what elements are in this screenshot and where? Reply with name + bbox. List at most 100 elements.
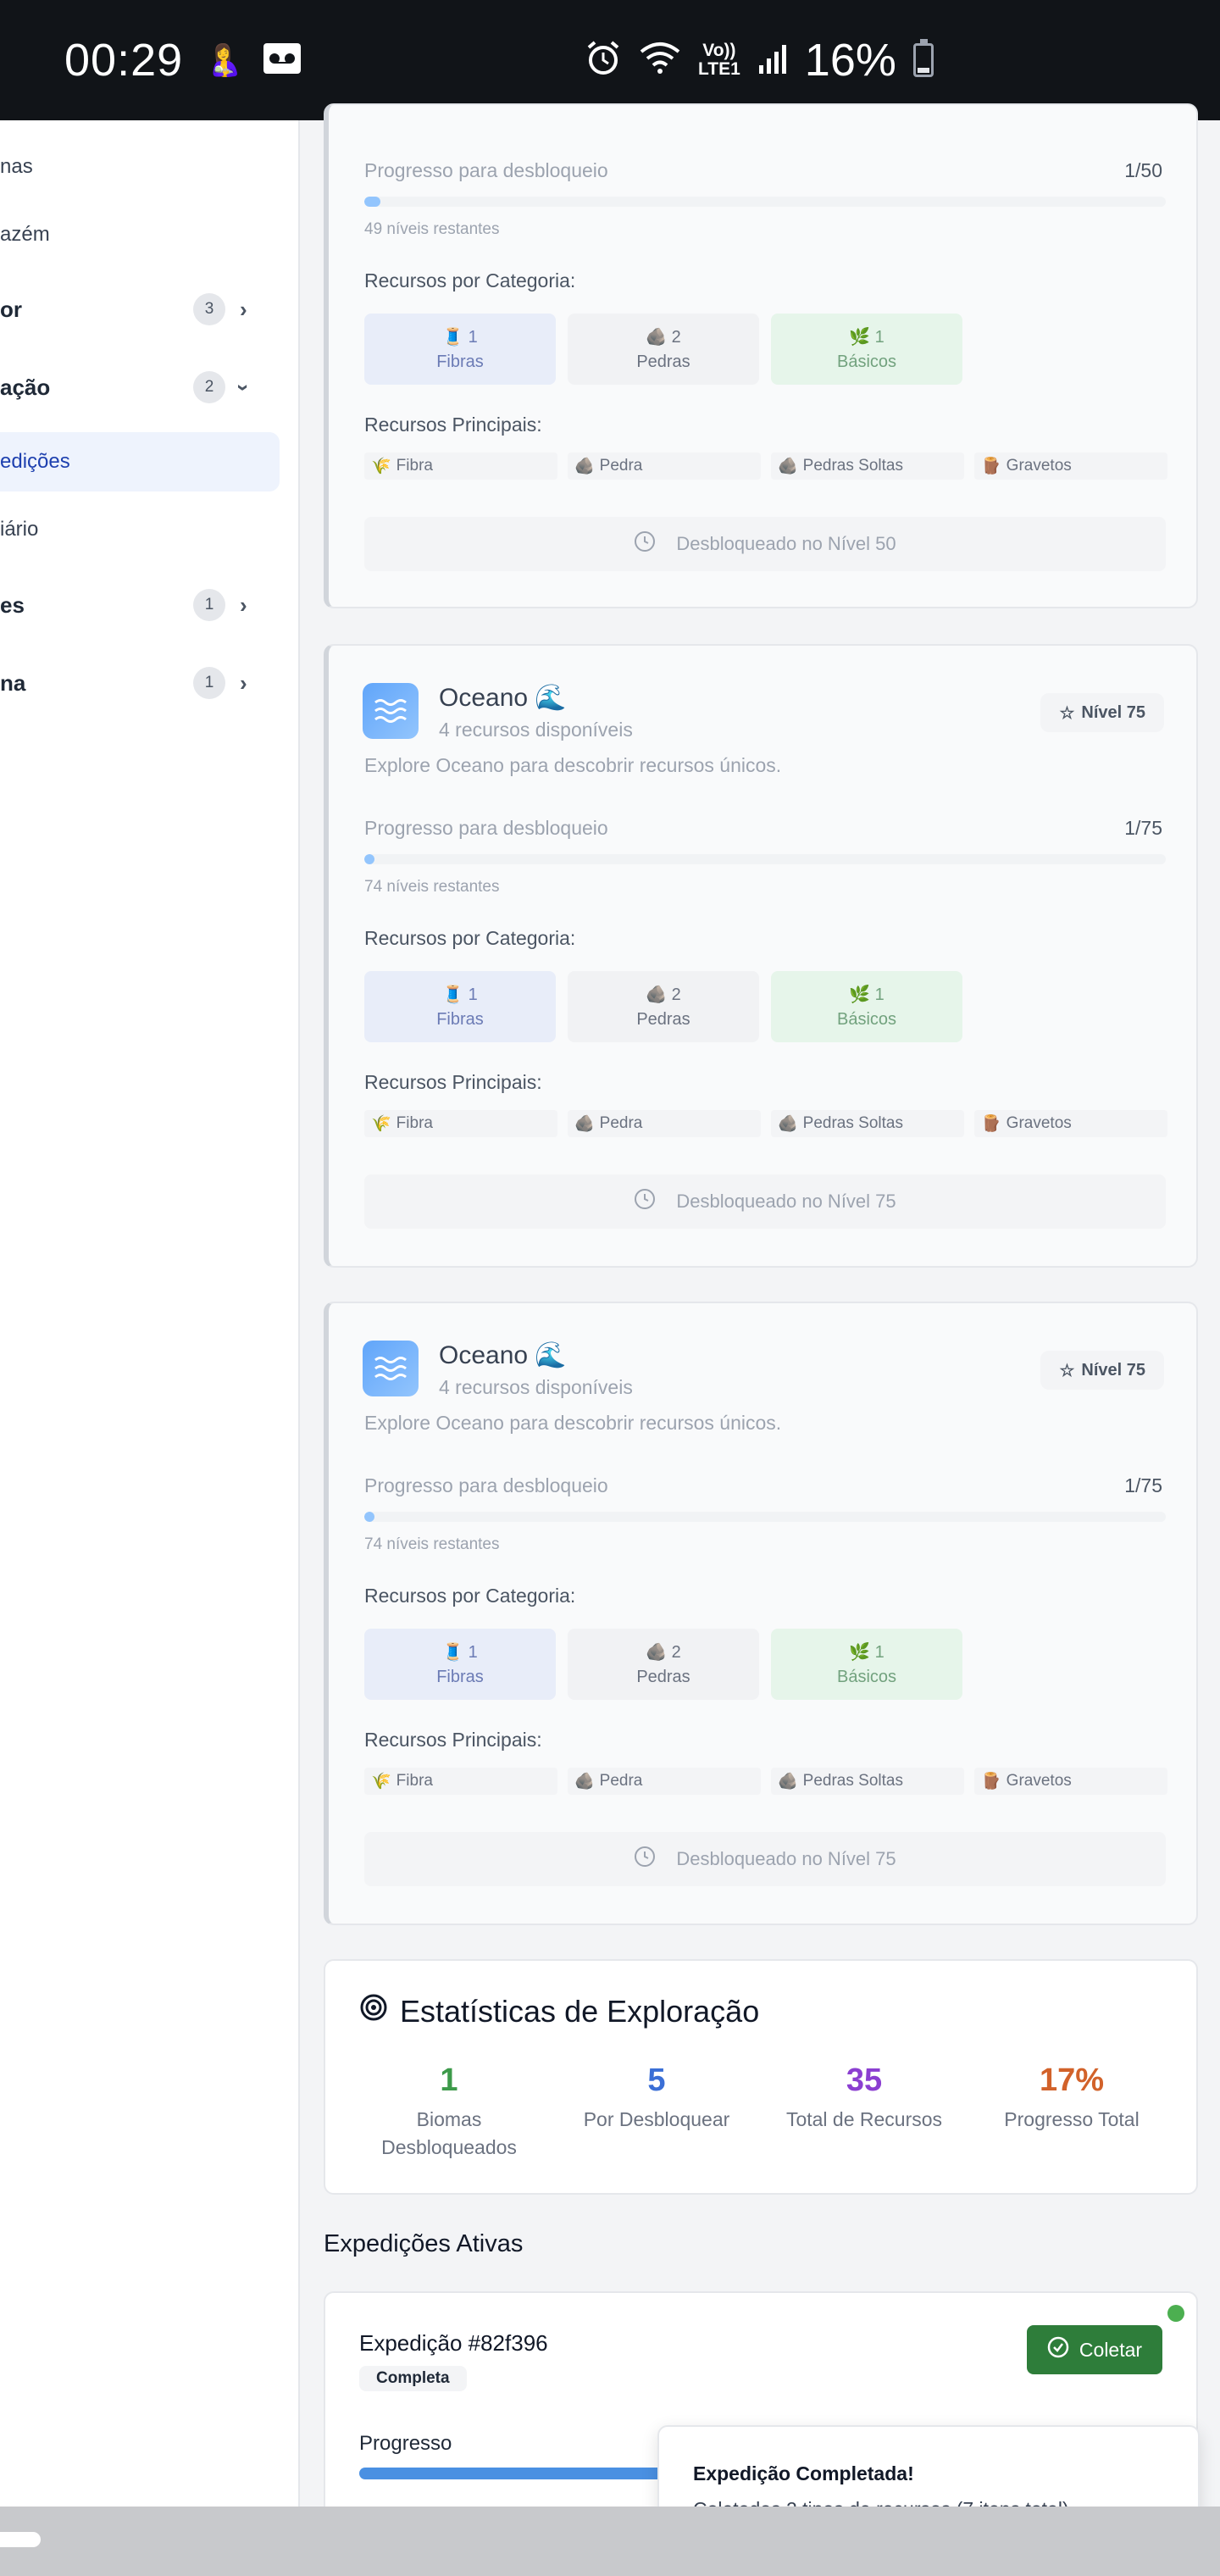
unlock-status: Desbloqueado no Nível 75 xyxy=(364,1174,1166,1229)
voicemail-icon xyxy=(262,42,302,80)
main-resources-title: Recursos Principais: xyxy=(364,414,542,436)
battery-icon xyxy=(912,39,934,77)
category-pedras: 🪨 2 Pedras xyxy=(568,971,759,1042)
waves-icon xyxy=(363,1341,419,1396)
sidebar-item-exploracao[interactable]: ação 2 › xyxy=(0,358,280,417)
exploration-stats: Estatísticas de Exploração 1 Biomas Desbl… xyxy=(324,1959,1198,2195)
clock-icon xyxy=(634,530,656,558)
biome-name: Oceano 🌊 xyxy=(439,1341,567,1369)
chevron-down-icon: › xyxy=(230,383,257,391)
clock-icon xyxy=(634,1846,656,1873)
main-resources-title: Recursos Principais: xyxy=(364,1729,542,1751)
level-badge: ☆ Nível 75 xyxy=(1040,693,1164,732)
clock-icon xyxy=(634,1188,656,1215)
sidebar-count-badge: 1 xyxy=(193,589,225,621)
signal-icon xyxy=(757,42,788,80)
sidebar-item-armazem[interactable]: azém xyxy=(0,205,280,264)
check-circle-icon xyxy=(1047,2336,1069,2363)
sidebar-item-group-8[interactable]: na 1 › xyxy=(0,653,280,713)
biome-description: Explore Oceano para descobrir recursos ú… xyxy=(364,1412,782,1434)
levels-remaining: 49 níveis restantes xyxy=(364,220,500,238)
progress-label: Progresso para desbloqueio xyxy=(364,817,608,839)
network-type: Vo)) LTE1 xyxy=(698,41,740,79)
stat-to-unlock: 5 Por Desbloquear xyxy=(583,2062,730,2130)
categories-title: Recursos por Categoria: xyxy=(364,927,576,949)
category-fibras: 🧵 1 Fibras xyxy=(364,314,556,385)
sidebar-item-group-3[interactable]: or 3 › xyxy=(0,280,280,339)
star-icon: ☆ xyxy=(1059,703,1075,723)
categories-title: Recursos por Categoria: xyxy=(364,269,576,291)
star-icon: ☆ xyxy=(1059,1361,1075,1380)
progress-value: 1/75 xyxy=(1124,817,1162,839)
notification-icon: 🤱 xyxy=(205,42,243,77)
gesture-handle[interactable] xyxy=(0,2532,41,2547)
status-dot xyxy=(1167,2305,1184,2322)
expedition-progress-label: Progresso xyxy=(359,2432,452,2455)
progress-label: Progresso para desbloqueio xyxy=(364,1474,608,1496)
collect-button[interactable]: Coletar xyxy=(1027,2325,1162,2374)
category-pedras: 🪨 2 Pedras xyxy=(568,314,759,385)
resource-item: 🪵 Gravetos xyxy=(974,1110,1167,1137)
biome-card: Oceano 🌊 4 recursos disponíveis ☆ Nível 7… xyxy=(324,644,1198,1268)
waves-icon xyxy=(363,683,419,739)
sidebar-item-diario[interactable]: iário xyxy=(0,500,280,559)
wifi-icon xyxy=(639,42,681,80)
biome-resource-count: 4 recursos disponíveis xyxy=(439,1376,633,1398)
resource-item: 🪨 Pedras Soltas xyxy=(771,452,964,480)
stat-total-progress: 17% Progresso Total xyxy=(1004,2062,1140,2130)
expeditions-heading: Expedições Ativas xyxy=(324,2230,524,2257)
category-basicos: 🌿 1 Básicos xyxy=(771,1629,962,1700)
resource-item: 🪨 Pedras Soltas xyxy=(771,1110,964,1137)
resource-item: 🪵 Gravetos xyxy=(974,452,1167,480)
sidebar-count-badge: 1 xyxy=(193,667,225,699)
toast-title: Expedição Completada! xyxy=(693,2462,914,2484)
resource-item: 🌾 Fibra xyxy=(364,1768,557,1795)
biome-card: Progresso para desbloqueio 1/50 49 nívei… xyxy=(324,103,1198,608)
category-fibras: 🧵 1 Fibras xyxy=(364,971,556,1042)
resource-item: 🪵 Gravetos xyxy=(974,1768,1167,1795)
resource-item: 🪨 Pedra xyxy=(568,1110,761,1137)
biome-resource-count: 4 recursos disponíveis xyxy=(439,719,633,741)
chevron-right-icon: › xyxy=(240,591,247,618)
navigation-bar xyxy=(0,2507,1220,2576)
chevron-right-icon: › xyxy=(240,669,247,696)
progress-label: Progresso para desbloqueio xyxy=(364,159,608,181)
biome-name: Oceano 🌊 xyxy=(439,684,567,712)
sidebar-item-biomas[interactable]: nas xyxy=(0,137,280,197)
sidebar-item-group-7[interactable]: es 1 › xyxy=(0,575,280,635)
category-pedras: 🪨 2 Pedras xyxy=(568,1629,759,1700)
levels-remaining: 74 níveis restantes xyxy=(364,1535,500,1553)
progress-bar xyxy=(364,1512,1166,1522)
resource-item: 🌾 Fibra xyxy=(364,1110,557,1137)
categories-title: Recursos por Categoria: xyxy=(364,1585,576,1607)
chevron-right-icon: › xyxy=(240,296,247,322)
sidebar-count-badge: 3 xyxy=(193,293,225,325)
wave-emoji-icon: 🌊 xyxy=(535,1341,567,1369)
resource-item: 🪨 Pedra xyxy=(568,452,761,480)
biome-description: Explore Oceano para descobrir recursos ú… xyxy=(364,754,782,776)
unlock-status: Desbloqueado no Nível 50 xyxy=(364,517,1166,571)
unlock-status: Desbloqueado no Nível 75 xyxy=(364,1832,1166,1886)
status-time: 00:29 xyxy=(64,35,184,86)
alarm-icon xyxy=(585,40,622,81)
sidebar-item-expedicoes[interactable]: edições xyxy=(0,432,280,491)
expedition-title: Expedição #82f396 xyxy=(359,2330,548,2356)
progress-bar xyxy=(364,854,1166,864)
wave-emoji-icon: 🌊 xyxy=(535,684,567,712)
target-icon xyxy=(359,1993,388,2029)
biome-card: Oceano 🌊 4 recursos disponíveis ☆ Nível 7… xyxy=(324,1302,1198,1925)
levels-remaining: 74 níveis restantes xyxy=(364,878,500,896)
stat-total-resources: 35 Total de Recursos xyxy=(785,2062,943,2130)
battery-percent: 16% xyxy=(804,35,896,86)
category-basicos: 🌿 1 Básicos xyxy=(771,971,962,1042)
stat-unlocked-biomes: 1 Biomas Desbloqueados xyxy=(381,2062,517,2158)
progress-bar xyxy=(364,197,1166,207)
stats-title: Estatísticas de Exploração xyxy=(400,1993,760,2029)
sidebar-count-badge: 2 xyxy=(193,371,225,403)
resource-item: 🪨 Pedra xyxy=(568,1768,761,1795)
progress-value: 1/75 xyxy=(1124,1474,1162,1496)
category-basicos: 🌿 1 Básicos xyxy=(771,314,962,385)
resource-item: 🌾 Fibra xyxy=(364,452,557,480)
sidebar: nas azém or 3 › ação 2 › edições iário e… xyxy=(0,120,300,2510)
progress-value: 1/50 xyxy=(1124,159,1162,181)
